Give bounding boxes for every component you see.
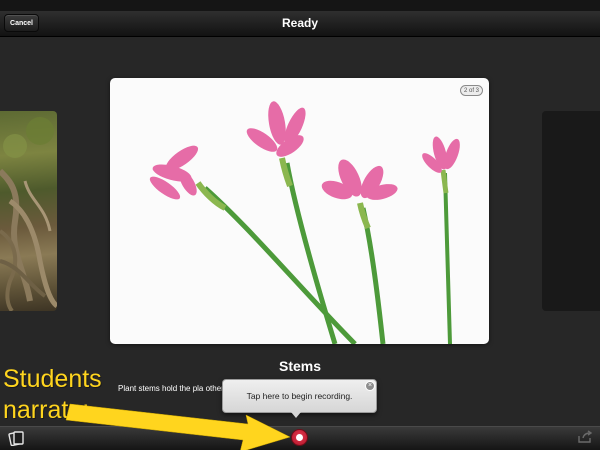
annotation-narrate: narrate: — [3, 396, 90, 424]
cancel-button[interactable]: Cancel — [4, 14, 39, 32]
slide-title: Stems — [278, 358, 322, 374]
slide-counter-badge: 2 of 3 — [460, 85, 483, 96]
tooltip-text: Tap here to begin recording. — [246, 391, 353, 401]
slide-image-card — [110, 78, 489, 344]
tooltip-pointer — [291, 412, 301, 418]
record-button[interactable] — [291, 429, 308, 446]
cards-icon[interactable] — [8, 430, 26, 447]
pink-flowers-photo — [149, 101, 460, 344]
next-slide-thumbnail[interactable] — [542, 111, 600, 311]
close-icon[interactable]: × — [365, 381, 375, 391]
annotation-students: Students — [3, 365, 102, 393]
share-icon[interactable] — [577, 430, 593, 444]
top-navigation-bar: Cancel Ready — [0, 11, 600, 37]
previous-slide-thumbnail[interactable] — [0, 111, 57, 311]
status-bar — [0, 0, 600, 11]
tree-roots-photo — [0, 117, 57, 311]
page-title: Ready — [281, 16, 319, 30]
record-hint-tooltip[interactable]: Tap here to begin recording. — [222, 379, 377, 413]
record-icon — [296, 434, 303, 441]
